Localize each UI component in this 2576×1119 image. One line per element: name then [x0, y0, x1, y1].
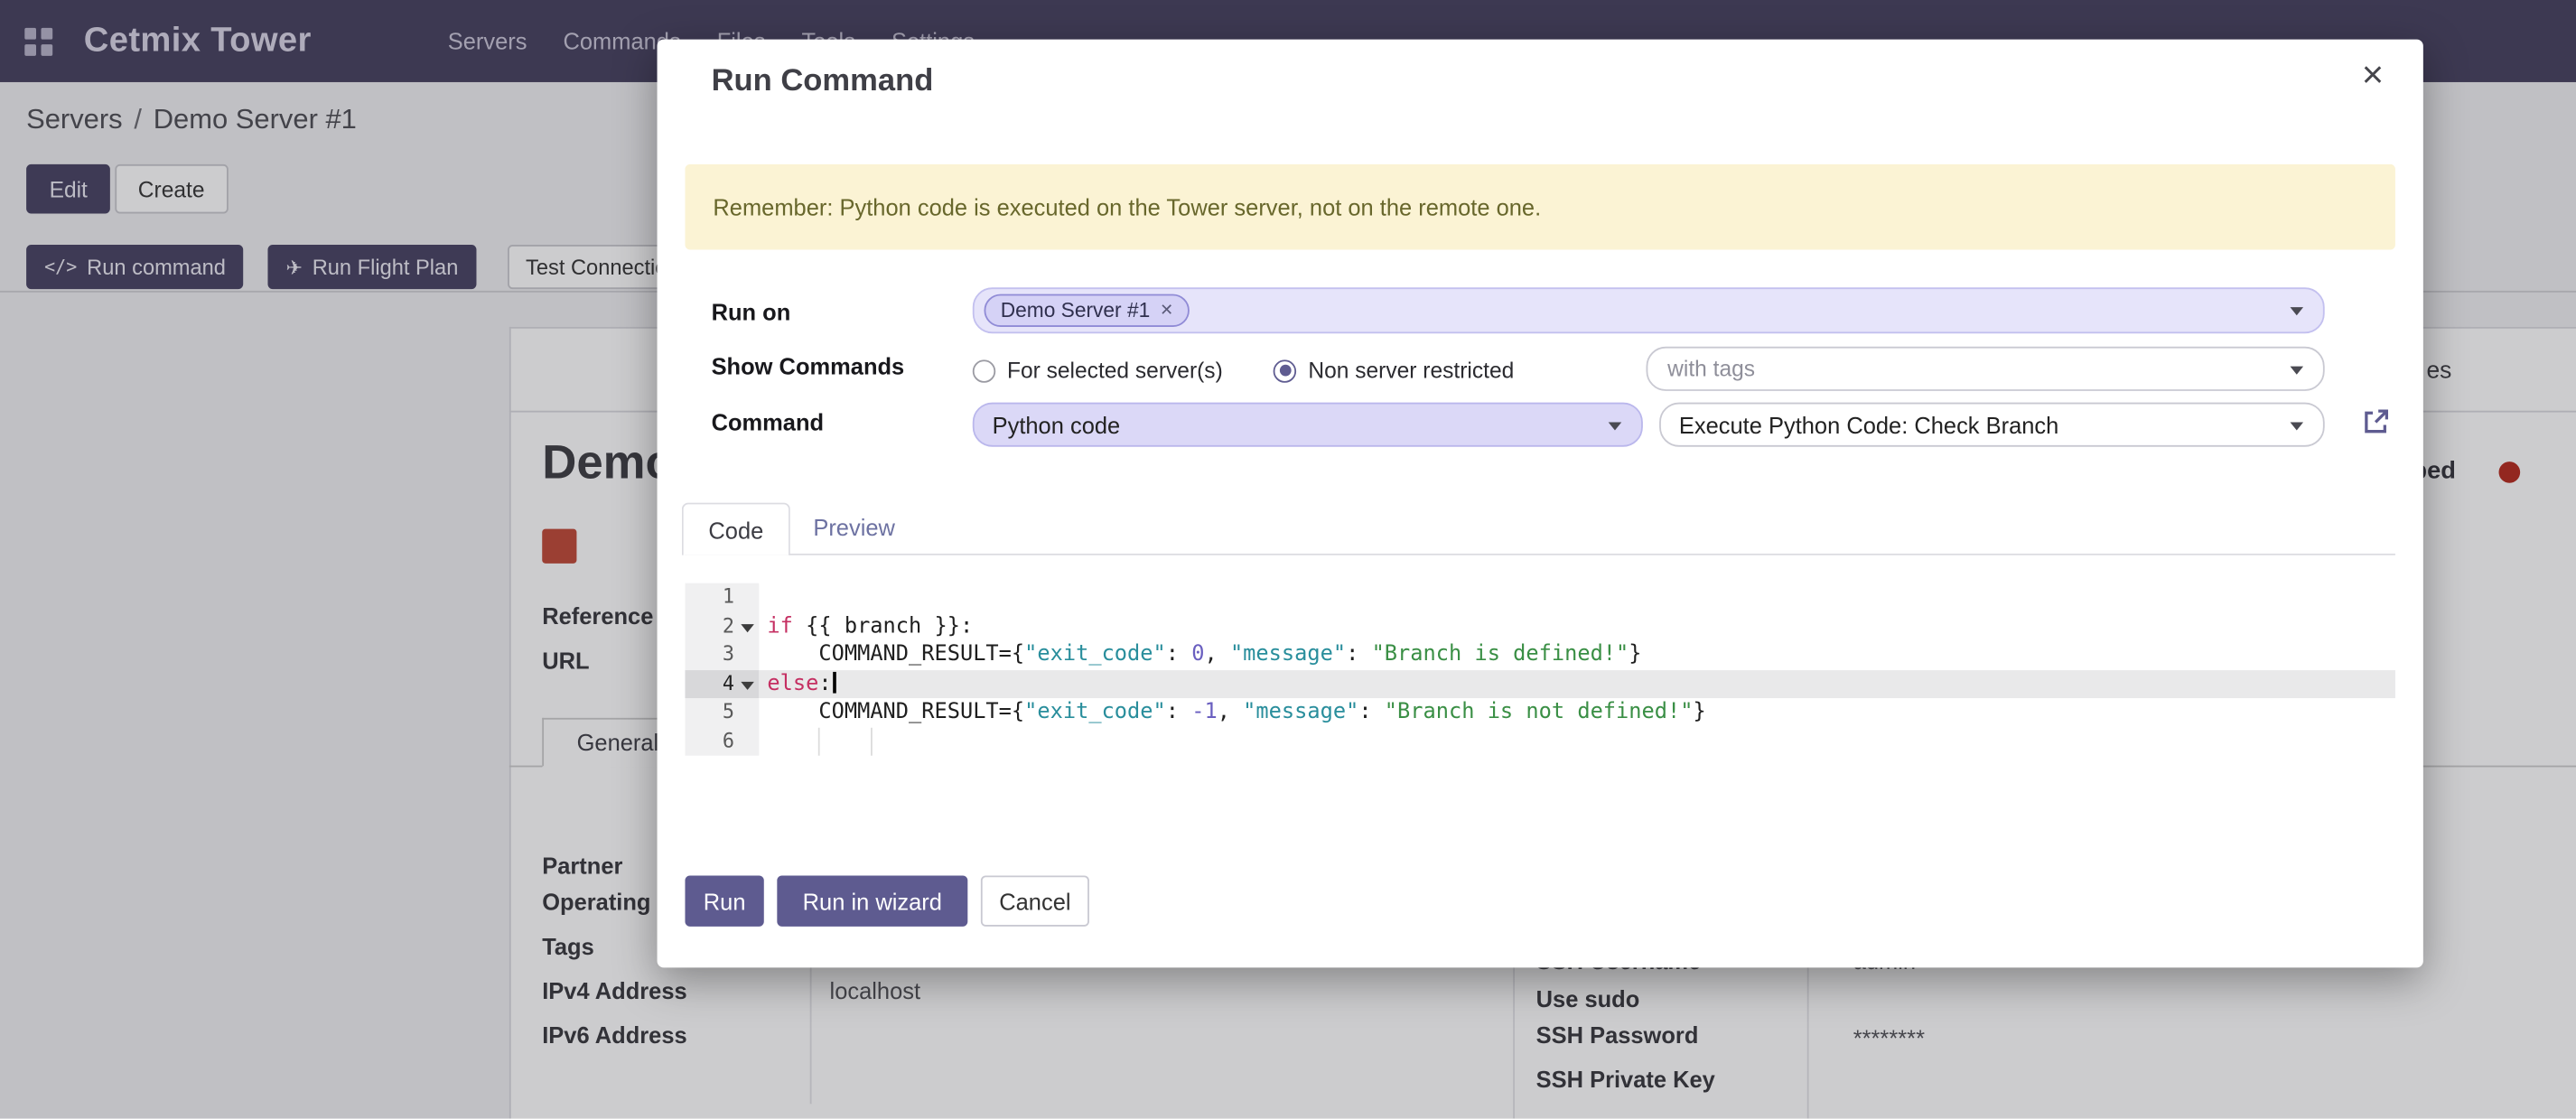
text-cursor — [833, 671, 836, 693]
remove-tag-icon[interactable]: ✕ — [1160, 302, 1173, 320]
run-button[interactable]: Run — [685, 875, 763, 926]
with-tags-select[interactable]: with tags — [1647, 347, 2325, 391]
chevron-down-icon — [1609, 422, 1622, 430]
line-number: 2 — [723, 613, 734, 636]
code-token: , — [1204, 642, 1229, 667]
code-token — [767, 642, 818, 667]
gutter-line-2: 2 — [685, 612, 759, 641]
code-token: } — [1629, 642, 1641, 667]
run-button-label: Run — [704, 888, 746, 914]
fold-arrow-icon[interactable] — [741, 623, 754, 631]
code-token: COMMAND_RESULT={ — [818, 642, 1024, 667]
code-editor[interactable]: 1 2 3 4 5 6 if {{ branch }}: COMMAND_RES… — [685, 583, 2394, 758]
chevron-down-icon — [2291, 366, 2304, 374]
line-number: 3 — [723, 642, 734, 665]
code-line-1[interactable] — [759, 583, 2395, 612]
radio-unchecked-icon[interactable] — [973, 359, 995, 381]
command-value: Execute Python Code: Check Branch — [1661, 412, 2058, 438]
server-tag-label: Demo Server #1 — [1001, 299, 1151, 322]
code-token: COMMAND_RESULT={ — [818, 700, 1024, 724]
cancel-button-label: Cancel — [999, 888, 1070, 914]
code-token: 0 — [1191, 642, 1204, 667]
indent-guide — [818, 727, 820, 756]
tabs-divider — [685, 554, 2394, 555]
code-line-3[interactable]: COMMAND_RESULT={"exit_code": 0, "message… — [759, 640, 2395, 669]
chevron-down-icon — [2291, 307, 2304, 315]
radio-checked-icon[interactable] — [1274, 359, 1296, 381]
editor-gutter: 1 2 3 4 5 6 — [685, 583, 759, 756]
line-number: 4 — [723, 671, 734, 694]
code-token: "message" — [1243, 700, 1358, 724]
code-token: "message" — [1230, 642, 1346, 667]
radio-option-selected-servers[interactable]: For selected server(s) — [973, 359, 1223, 383]
code-line-4[interactable]: else: — [759, 669, 2395, 698]
tab-preview[interactable]: Preview — [813, 514, 895, 540]
radio-option-selected-servers-label: For selected server(s) — [1007, 359, 1223, 383]
code-line-2[interactable]: if {{ branch }}: — [759, 612, 2395, 641]
code-line-5[interactable]: COMMAND_RESULT={"exit_code": -1, "messag… — [759, 698, 2395, 727]
cancel-button[interactable]: Cancel — [981, 875, 1089, 926]
code-token: : — [1166, 642, 1191, 667]
code-token: "Branch is defined!" — [1372, 642, 1629, 667]
external-link-icon[interactable] — [2361, 407, 2391, 437]
code-token: : — [1346, 642, 1371, 667]
code-token: } — [1693, 700, 1705, 724]
server-tag-chip[interactable]: Demo Server #1 ✕ — [985, 294, 1190, 327]
show-commands-label: Show Commands — [712, 353, 905, 379]
gutter-line-6: 6 — [685, 727, 759, 756]
code-token: "exit_code" — [1024, 700, 1166, 724]
line-number: 5 — [723, 700, 734, 723]
code-token: if — [767, 613, 792, 638]
code-token: "exit_code" — [1024, 642, 1166, 667]
code-token: "Branch is not defined!" — [1385, 700, 1694, 724]
command-label: Command — [712, 409, 825, 435]
warning-alert: Remember: Python code is executed on the… — [685, 164, 2394, 250]
code-token: , — [1218, 700, 1243, 724]
editor-lines: if {{ branch }}: COMMAND_RESULT={"exit_c… — [759, 583, 2395, 756]
tab-preview-label: Preview — [813, 514, 895, 540]
gutter-line-1: 1 — [685, 583, 759, 612]
run-in-wizard-button[interactable]: Run in wizard — [777, 875, 967, 926]
tab-code[interactable]: Code — [682, 503, 790, 555]
with-tags-placeholder: with tags — [1647, 357, 1755, 381]
command-select[interactable]: Execute Python Code: Check Branch — [1659, 403, 2325, 447]
code-token: {{ branch }}: — [793, 613, 973, 638]
fold-arrow-icon[interactable] — [741, 681, 754, 689]
show-commands-radio-group: For selected server(s) Non server restri… — [973, 349, 1514, 393]
indent-guide — [870, 727, 872, 756]
run-command-modal: Run Command × Remember: Python code is e… — [658, 40, 2423, 968]
run-in-wizard-button-label: Run in wizard — [803, 888, 942, 914]
code-token — [767, 700, 818, 724]
chevron-down-icon — [2291, 422, 2304, 430]
command-type-value: Python code — [975, 412, 1121, 438]
code-token: : — [1358, 700, 1384, 724]
gutter-line-3: 3 — [685, 640, 759, 669]
tab-code-label: Code — [708, 517, 763, 543]
code-token: -1 — [1191, 700, 1217, 724]
radio-option-non-restricted-label: Non server restricted — [1308, 359, 1514, 383]
gutter-line-5: 5 — [685, 698, 759, 727]
line-number: 1 — [723, 585, 734, 608]
code-line-6[interactable] — [759, 727, 2395, 756]
command-type-select[interactable]: Python code — [973, 403, 1643, 447]
gutter-line-4: 4 — [685, 669, 759, 698]
warning-alert-text: Remember: Python code is executed on the… — [713, 194, 1541, 220]
radio-option-non-restricted[interactable]: Non server restricted — [1274, 359, 1514, 383]
line-number: 6 — [723, 729, 734, 751]
run-on-label: Run on — [712, 299, 791, 325]
close-icon[interactable]: × — [2362, 52, 2384, 98]
run-on-field[interactable]: Demo Server #1 ✕ — [973, 287, 2325, 333]
code-token: : — [818, 671, 831, 695]
code-token: else — [767, 671, 818, 695]
code-token: : — [1166, 700, 1191, 724]
app-window: Cetmix Tower Servers Commands Files Tool… — [0, 0, 2576, 1119]
modal-title: Run Command — [712, 64, 934, 100]
